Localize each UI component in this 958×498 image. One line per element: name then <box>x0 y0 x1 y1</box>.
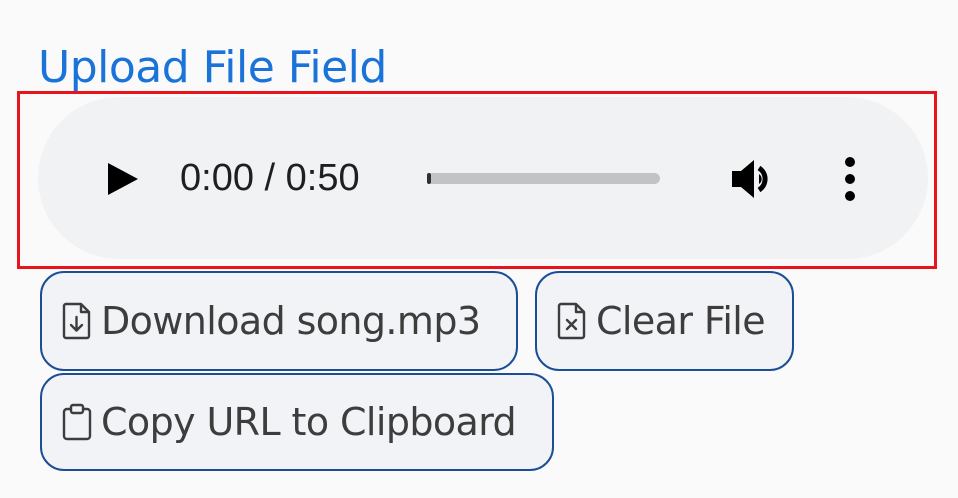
field-label: Upload File Field <box>38 42 387 93</box>
highlight-box <box>17 91 937 269</box>
page: Upload File Field 0:00 / 0:50 Download s… <box>0 0 958 498</box>
clear-file-button[interactable]: Clear File <box>535 271 794 371</box>
file-download-icon <box>62 302 91 340</box>
clear-file-button-label: Clear File <box>596 299 766 343</box>
copy-url-button[interactable]: Copy URL to Clipboard <box>40 373 554 471</box>
download-button-label: Download song.mp3 <box>101 299 481 343</box>
file-x-icon <box>557 302 586 340</box>
clipboard-icon <box>62 403 92 441</box>
copy-url-button-label: Copy URL to Clipboard <box>101 400 517 444</box>
download-button[interactable]: Download song.mp3 <box>40 271 518 371</box>
